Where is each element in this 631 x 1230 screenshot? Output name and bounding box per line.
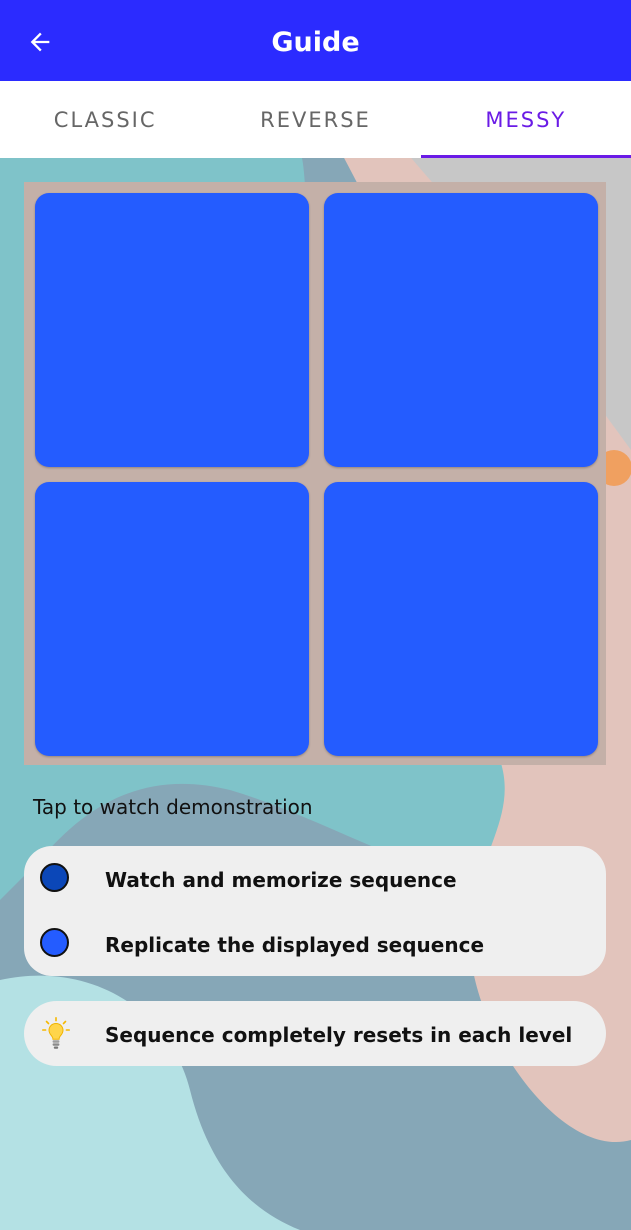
blue-dot-icon — [40, 928, 69, 957]
tile-top-left[interactable] — [35, 193, 309, 467]
tip-label: Sequence completely resets in each level — [105, 1023, 573, 1047]
page-title: Guide — [271, 27, 360, 58]
dark-blue-dot-icon — [40, 863, 69, 892]
legend-card: Watch and memorize sequence Replicate th… — [24, 846, 606, 976]
guide-screen: Guide CLASSIC REVERSE MESSY Tap to watch… — [0, 0, 631, 1230]
tab-reverse[interactable]: REVERSE — [210, 81, 420, 158]
mode-tabs: CLASSIC REVERSE MESSY — [0, 81, 631, 158]
app-bar: Guide — [0, 0, 631, 81]
demo-hint: Tap to watch demonstration — [33, 795, 313, 819]
tile-bottom-left[interactable] — [35, 482, 309, 756]
legend-item-replicate: Replicate the displayed sequence — [24, 911, 606, 976]
legend-label: Replicate the displayed sequence — [105, 933, 485, 957]
tile-bottom-right[interactable] — [324, 482, 598, 756]
tip-card: Sequence completely resets in each level — [24, 1001, 606, 1066]
demo-board[interactable] — [24, 182, 606, 765]
lightbulb-icon — [42, 1017, 70, 1049]
legend-item-watch: Watch and memorize sequence — [24, 846, 606, 911]
tab-messy[interactable]: MESSY — [420, 81, 631, 158]
legend-label: Watch and memorize sequence — [105, 868, 457, 892]
tile-top-right[interactable] — [324, 193, 598, 467]
tab-classic[interactable]: CLASSIC — [0, 81, 210, 158]
